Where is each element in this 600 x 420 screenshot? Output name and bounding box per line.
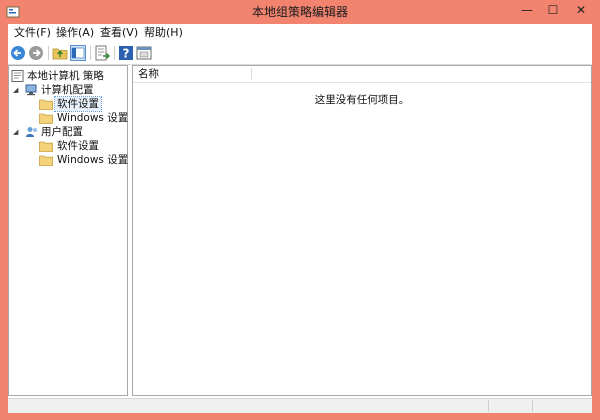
toolbar-separator [90, 46, 91, 60]
tree-label: 软件设置 [57, 140, 99, 152]
window-title: 本地组策略编辑器 [251, 5, 348, 19]
back-arrow-icon[interactable] [10, 45, 26, 61]
folder-icon [39, 99, 53, 110]
maximize-button[interactable]: ☐ [540, 0, 566, 20]
tree-item-user-windows-settings[interactable]: Windows 设置 [11, 153, 129, 167]
menu-help[interactable]: 帮助(H) [144, 24, 183, 42]
svg-text:?: ? [123, 47, 130, 61]
computer-icon [25, 84, 37, 96]
column-header-name[interactable]: 名称 [138, 66, 159, 82]
column-resize-handle[interactable] [251, 68, 252, 80]
up-folder-icon[interactable] [52, 45, 68, 61]
menu-bar: 文件(F) 操作(A) 查看(V) 帮助(H) [8, 24, 592, 42]
forward-arrow-icon[interactable] [28, 45, 44, 61]
app-window: 本地组策略编辑器 — ☐ ✕ 文件(F) 操作(A) 查看(V) 帮助(H) ?… [0, 0, 600, 420]
tree-item-software-settings-selected[interactable]: 软件设置 [11, 96, 125, 112]
minimize-button[interactable]: — [514, 0, 540, 20]
tree-label: 软件设置 [54, 96, 102, 112]
tree-pane[interactable]: 本地计算机 策略 ◢ 计算机配置 软件设置 Windows 设置 ◢ 用户配置 … [8, 65, 128, 396]
close-button[interactable]: ✕ [566, 0, 596, 20]
expanded-arrow-icon[interactable]: ◢ [13, 125, 21, 139]
tree-label: 本地计算机 策略 [27, 70, 104, 82]
menu-view[interactable]: 查看(V) [100, 24, 138, 42]
list-pane[interactable]: 名称 这里没有任何项目。 [132, 65, 592, 396]
folder-icon [39, 141, 53, 152]
menu-action[interactable]: 操作(A) [56, 24, 94, 42]
users-icon [26, 127, 37, 137]
empty-list-message: 这里没有任何项目。 [314, 94, 410, 106]
folder-icon [39, 113, 53, 124]
tree-label: Windows 设置 [57, 154, 129, 166]
column-header: 名称 [133, 66, 591, 83]
tree-item-computer-config[interactable]: ◢ 计算机配置 [11, 83, 125, 97]
tree-item-user-config[interactable]: ◢ 用户配置 [11, 125, 125, 139]
status-cell [488, 400, 533, 412]
export-list-icon[interactable] [94, 45, 110, 61]
tree-item-user-software-settings[interactable]: 软件设置 [11, 139, 125, 153]
toolbar: ? [8, 42, 592, 65]
tree-item-root[interactable]: 本地计算机 策略 [11, 69, 125, 83]
show-hide-tree-icon[interactable] [70, 45, 86, 61]
client-area: 文件(F) 操作(A) 查看(V) 帮助(H) ? 本地计算机 策略 ◢ 计算机… [8, 24, 592, 413]
help-icon[interactable]: ? [118, 45, 134, 61]
policy-document-icon [11, 70, 24, 82]
tree-label: 用户配置 [41, 126, 83, 138]
status-cell [532, 400, 591, 412]
tree-item-windows-settings[interactable]: Windows 设置 [11, 111, 129, 125]
status-bar [8, 398, 592, 413]
title-bar[interactable]: 本地组策略编辑器 — ☐ ✕ [0, 0, 600, 24]
toolbar-separator [114, 46, 115, 60]
tree-label: Windows 设置 [57, 112, 129, 124]
folder-icon [39, 155, 53, 166]
properties-icon[interactable] [136, 45, 152, 61]
toolbar-separator [48, 46, 49, 60]
menu-file[interactable]: 文件(F) [14, 24, 51, 42]
expanded-arrow-icon[interactable]: ◢ [13, 83, 21, 97]
tree-label: 计算机配置 [41, 84, 94, 96]
